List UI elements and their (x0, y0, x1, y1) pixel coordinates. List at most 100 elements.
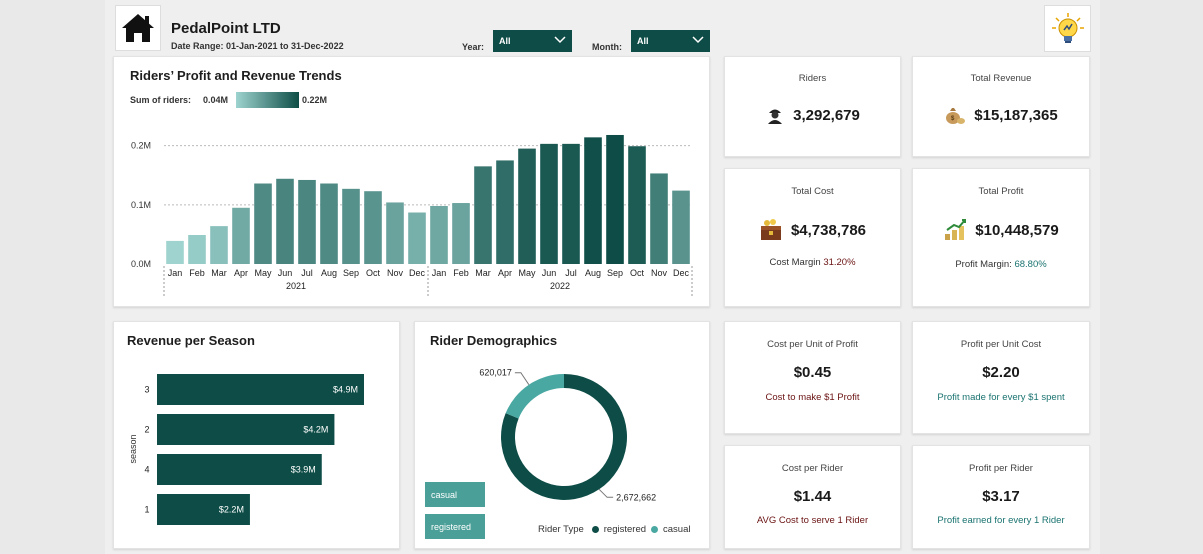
season-category-label: 1 (144, 505, 149, 515)
cost-margin-value: 31.20% (823, 257, 856, 268)
trend-bar[interactable] (342, 188, 360, 264)
filter-button-casual[interactable]: casual (425, 482, 485, 507)
treasure-chest-icon (760, 219, 781, 240)
x-tick-label: Jan (168, 268, 183, 278)
total-cost-value: $4,738,786 (790, 221, 867, 239)
x-tick-label: Sep (607, 268, 623, 278)
season-category-label: 4 (144, 465, 149, 475)
trend-bar[interactable] (232, 207, 250, 264)
x-tick-label: Feb (453, 268, 469, 278)
trend-chart: 0.0M 0.1M 0.2M Jan Feb Mar Apr May Jun Jul Aug Sep O… (131, 134, 693, 296)
trend-bar[interactable] (166, 240, 184, 264)
x-tick-label: Jun (278, 268, 293, 278)
legend-item-casual: casual (663, 524, 691, 535)
season-category-label: 2 (144, 425, 149, 435)
season-bar-label: $4.9M (333, 385, 358, 395)
x-tick-label: Jul (565, 268, 577, 278)
kpi-value: $4,738,786 (725, 218, 900, 242)
donut-slice[interactable] (505, 374, 564, 419)
donut-value-label: 2,672,662 (616, 492, 656, 502)
filter-button-registered[interactable]: registered (425, 514, 485, 539)
cost-per-rider-value: $1.44 (793, 488, 832, 505)
trend-bar[interactable] (474, 166, 492, 264)
kpi-label: Profit per Unit Cost (960, 339, 1042, 350)
x-tick-label: Sep (343, 268, 359, 278)
x-tick-label: May (518, 268, 536, 278)
chevron-down-icon (554, 36, 566, 44)
cost-per-profit-sub: Cost to make $1 Profit (765, 392, 860, 403)
trend-bar[interactable] (606, 134, 624, 264)
group-label: 2021 (286, 281, 306, 291)
y-tick-label: 0.2M (131, 141, 151, 151)
kpi-profit-per-rider: Profit per Rider $3.17 Profit earned for… (912, 445, 1090, 549)
kpi-label: Cost per Unit of Profit (767, 339, 858, 350)
rider-icon (768, 109, 783, 124)
kpi-total-revenue: Total Revenue $ $15,187,365 (912, 56, 1090, 157)
x-tick-label: Nov (651, 268, 668, 278)
cost-per-profit-value: $0.45 (793, 364, 832, 381)
kpi-value: $10,448,579 (913, 218, 1089, 242)
x-tick-label: Aug (321, 268, 337, 278)
x-tick-label: Nov (387, 268, 404, 278)
season-card: Revenue per Season season $4.9M 3 $4.2M 2 $3.… (113, 321, 400, 549)
season-axis-label: season (128, 434, 138, 463)
legend-dot-casual (651, 526, 659, 533)
riders-value: 3,292,679 (793, 106, 860, 124)
trend-bar[interactable] (386, 202, 404, 264)
trend-bar[interactable] (254, 183, 272, 264)
trend-bar[interactable] (408, 212, 426, 264)
kpi-value: 3,292,679 (725, 105, 900, 125)
trend-bar[interactable] (320, 183, 338, 264)
cost-per-rider-sub: AVG Cost to serve 1 Rider (756, 515, 869, 526)
year-slicer[interactable]: All (493, 30, 572, 52)
total-profit-value: $10,448,579 (975, 221, 1059, 239)
trend-bar[interactable] (364, 191, 382, 264)
trend-bar[interactable] (210, 226, 228, 264)
kpi-total-profit: Total Profit $10,448,579 Profit Margin: … (912, 168, 1090, 307)
trend-bar[interactable] (540, 143, 558, 264)
year-filter-label: Year: (462, 42, 485, 52)
profit-per-cost-value: $2.20 (982, 364, 1020, 381)
trend-bar[interactable] (298, 179, 316, 264)
trend-bar[interactable] (584, 137, 602, 264)
home-button[interactable] (115, 5, 161, 51)
trend-bar[interactable] (496, 160, 514, 264)
season-bar-label: $3.9M (291, 465, 316, 475)
x-tick-label: Dec (673, 268, 690, 278)
y-tick-label: 0.0M (131, 259, 151, 269)
legend-title: Rider Type (538, 524, 584, 535)
trend-bar[interactable] (518, 148, 536, 264)
x-tick-label: Jun (542, 268, 557, 278)
x-tick-label: Oct (366, 268, 381, 278)
month-filter-label: Month: (592, 42, 622, 52)
donut-leader-line (598, 488, 614, 498)
season-bar-label: $4.2M (303, 425, 328, 435)
kpi-label: Total Revenue (970, 73, 1032, 84)
legend-item-registered: registered (603, 524, 647, 535)
total-revenue-value: $15,187,365 (974, 106, 1058, 124)
growth-icon (945, 219, 967, 240)
trend-bar[interactable] (452, 203, 470, 264)
chevron-down-icon (692, 36, 704, 44)
trend-bar[interactable] (672, 190, 690, 264)
date-range: Date Range: 01-Jan-2021 to 31-Dec-2022 (171, 41, 344, 51)
kpi-profit-per-cost: Profit per Unit Cost $2.20 Profit made f… (912, 321, 1090, 434)
trend-bar[interactable] (628, 146, 646, 264)
y-tick-label: 0.1M (131, 200, 151, 210)
trend-bar[interactable] (562, 143, 580, 264)
home-icon (122, 14, 154, 42)
x-tick-label: Mar (475, 268, 491, 278)
trend-bar[interactable] (430, 206, 448, 264)
trend-bar[interactable] (276, 178, 294, 264)
cost-margin-label: Cost Margin (769, 257, 821, 268)
trend-bar[interactable] (650, 173, 668, 264)
legend-dot-registered (591, 526, 599, 533)
month-slicer[interactable]: All (631, 30, 710, 52)
trend-bar[interactable] (188, 235, 206, 264)
kpi-total-cost: Total Cost $4,738,786 Cost Margin 31.20% (724, 168, 901, 307)
profit-margin-value: 68.80% (1014, 259, 1047, 270)
x-tick-label: Aug (585, 268, 601, 278)
season-category-label: 3 (144, 385, 149, 395)
x-tick-label: Feb (189, 268, 205, 278)
insights-button[interactable] (1044, 5, 1091, 52)
